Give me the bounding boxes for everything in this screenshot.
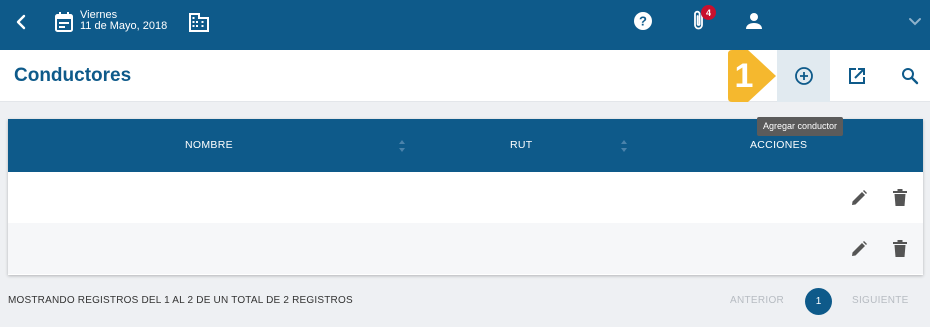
sort-icon[interactable] <box>620 139 628 153</box>
search-icon <box>901 68 918 85</box>
open-external-button[interactable] <box>830 50 883 102</box>
search-button[interactable] <box>883 50 930 102</box>
open-in-new-icon <box>848 68 865 84</box>
records-summary: MOSTRANDO REGISTROS DEL 1 AL 2 DE UN TOT… <box>8 295 353 306</box>
delete-icon[interactable] <box>889 187 911 209</box>
edit-icon[interactable] <box>848 187 870 209</box>
delete-icon[interactable] <box>889 238 911 260</box>
add-driver-tooltip: Agregar conductor <box>757 117 844 136</box>
chevron-down-icon[interactable] <box>906 12 924 30</box>
svg-text:?: ? <box>639 14 647 29</box>
add-driver-button[interactable] <box>777 50 830 102</box>
drivers-table: NOMBRE RUT ACCIONES <box>8 119 923 275</box>
page-title: Conductores <box>14 65 132 86</box>
user-icon[interactable] <box>744 11 764 31</box>
calendar-icon[interactable] <box>54 11 74 33</box>
top-bar: Viernes 11 de Mayo, 2018 ? 4 <box>0 0 930 50</box>
column-header-acciones: ACCIONES <box>750 139 808 151</box>
table-row <box>8 172 923 223</box>
column-header-rut[interactable]: RUT <box>510 139 532 151</box>
help-icon[interactable]: ? <box>632 10 654 32</box>
pagination-next[interactable]: SIGUIENTE <box>852 295 909 306</box>
current-date[interactable]: Viernes 11 de Mayo, 2018 <box>80 10 167 32</box>
table-row <box>8 223 923 274</box>
building-icon[interactable] <box>188 11 210 33</box>
attachments-count-badge: 4 <box>701 5 716 20</box>
pagination-current-page[interactable]: 1 <box>805 288 832 315</box>
column-header-nombre[interactable]: NOMBRE <box>185 139 233 151</box>
page-header: Conductores <box>0 50 930 102</box>
tutorial-step-number: 1 <box>734 57 754 95</box>
edit-icon[interactable] <box>848 238 870 260</box>
back-chevron-icon[interactable] <box>12 12 32 32</box>
add-circle-icon <box>794 67 813 85</box>
sort-icon[interactable] <box>398 139 406 153</box>
pagination-previous[interactable]: ANTERIOR <box>730 295 784 306</box>
date-full: 11 de Mayo, 2018 <box>80 20 168 32</box>
